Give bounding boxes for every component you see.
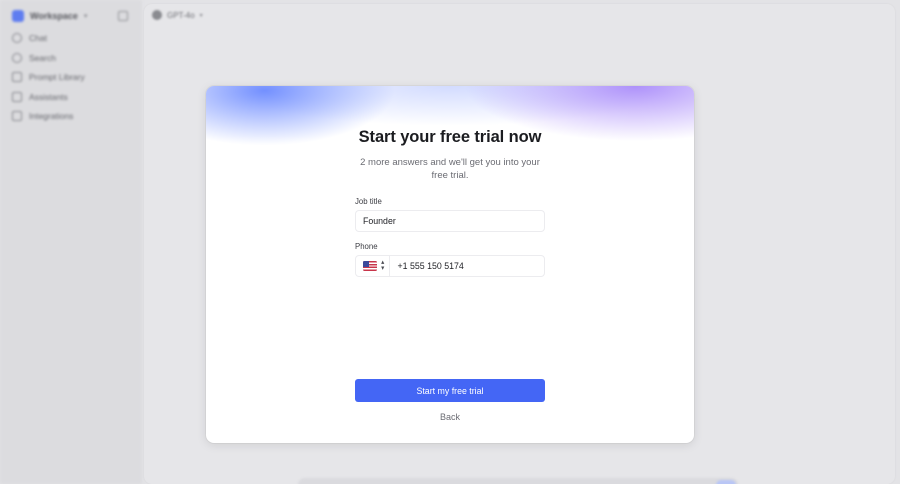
sidebar-item-label: Integrations [29, 111, 74, 121]
country-code-select[interactable]: ▴ ▾ [356, 256, 390, 276]
job-title-value: Founder [363, 216, 396, 226]
sidebar: Workspace ▾ Chat Search Prompt Library A… [0, 0, 142, 484]
model-icon [152, 10, 162, 20]
send-button [716, 480, 736, 484]
modal-subtitle: 2 more answers and we'll get you into yo… [360, 157, 540, 181]
model-name: GPT-4o [167, 10, 195, 20]
assistants-icon [12, 91, 22, 102]
modal-title: Start your free trial now [358, 128, 542, 146]
chevron-down-icon: ▾ [199, 12, 203, 19]
workspace-logo-icon [12, 10, 24, 22]
phone-field: ▴ ▾ +1 555 150 5174 [355, 255, 545, 277]
workspace-switcher[interactable]: Workspace ▾ [12, 10, 87, 22]
search-icon [12, 52, 22, 63]
job-title-input[interactable]: Founder [355, 210, 545, 232]
workspace-name: Workspace [30, 11, 78, 21]
us-flag-icon [363, 261, 377, 271]
sidebar-item-label: Prompt Library [29, 72, 85, 82]
library-icon [12, 72, 22, 82]
model-selector[interactable]: GPT-4o ▾ [152, 10, 203, 20]
sidebar-nav: Chat Search Prompt Library Assistants In… [12, 32, 85, 122]
chevron-down-icon: ▾ [83, 13, 88, 20]
sidebar-item-search[interactable]: Search [12, 52, 85, 64]
sidebar-item-integrations[interactable]: Integrations [12, 110, 85, 122]
sidebar-item-label: Chat [29, 33, 47, 43]
free-trial-modal: Start your free trial now 2 more answers… [206, 86, 694, 443]
back-button[interactable]: Back [206, 412, 694, 422]
job-title-label: Job title [355, 197, 382, 206]
integrations-icon [12, 111, 22, 121]
sidebar-item-prompt-library[interactable]: Prompt Library [12, 71, 85, 83]
collapse-sidebar-icon[interactable] [118, 11, 128, 21]
phone-input[interactable]: +1 555 150 5174 [390, 261, 464, 271]
sidebar-item-chat[interactable]: Chat [12, 32, 85, 44]
sidebar-item-label: Search [29, 52, 56, 63]
chat-icon [12, 33, 22, 43]
chat-input-bar [298, 478, 738, 484]
sidebar-item-assistants[interactable]: Assistants [12, 91, 85, 103]
chevron-updown-icon: ▴ ▾ [381, 259, 385, 272]
phone-label: Phone [355, 242, 378, 251]
sidebar-item-label: Assistants [29, 91, 68, 102]
start-free-trial-button[interactable]: Start my free trial [355, 379, 545, 402]
